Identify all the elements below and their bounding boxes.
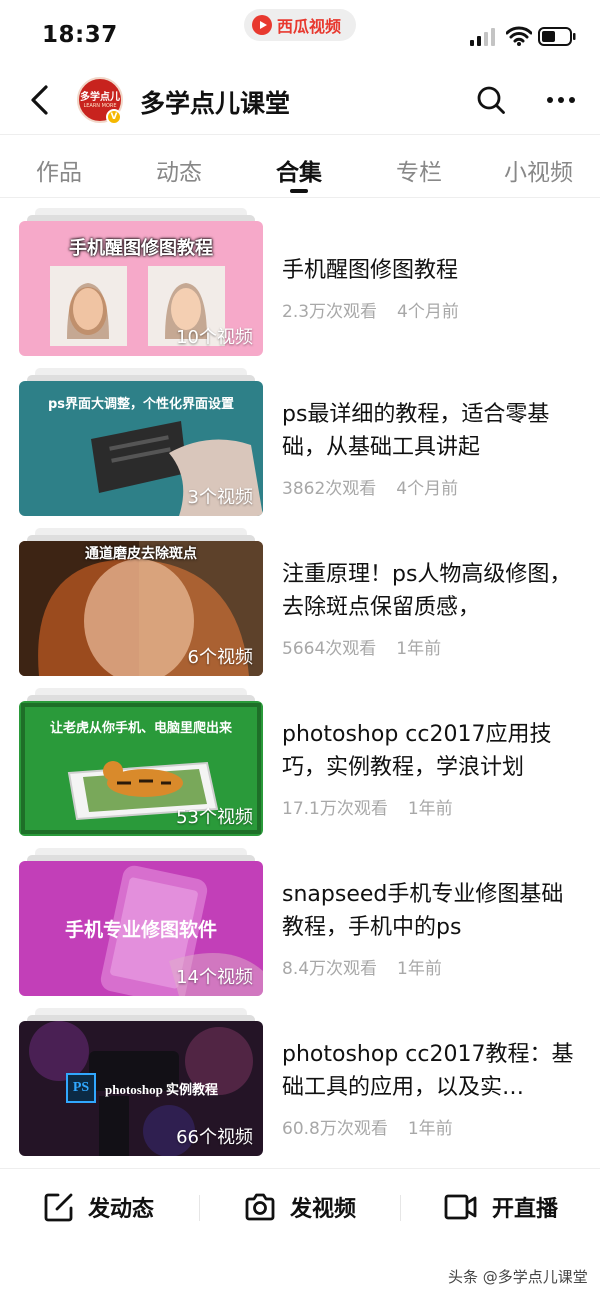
- camera-icon: [245, 1193, 275, 1221]
- collection-meta: 17.1万次观看 1年前: [282, 794, 453, 819]
- live-camera-icon: [444, 1194, 477, 1220]
- collection-title[interactable]: photoshop cc2017教程：基础工具的应用，以及实…: [282, 1038, 582, 1104]
- post-video-button[interactable]: 发视频: [244, 1189, 356, 1225]
- verified-badge-icon: V: [106, 109, 122, 125]
- page-title: 多学点儿课堂: [140, 89, 291, 118]
- collection-item[interactable]: 手机醒图修图教程 10个视频 手机醒图修图教程 2.3万次观看 4个月前: [0, 198, 600, 358]
- view-count: 2.3万次观看: [282, 302, 378, 322]
- thumbnail-caption: 让老虎从你手机、电脑里爬出来: [49, 721, 232, 736]
- signal-icon: [470, 28, 495, 46]
- back-arrow-icon[interactable]: [26, 84, 54, 116]
- collection-thumbnail[interactable]: ps界面大调整，个性化界面设置 3个视频: [19, 381, 263, 516]
- wifi-icon: [506, 26, 532, 46]
- collection-item[interactable]: ps界面大调整，个性化界面设置 3个视频 ps最详细的教程，适合零基础，从基础工…: [0, 358, 600, 518]
- collection-meta: 60.8万次观看 1年前: [282, 1114, 453, 1139]
- divider: [199, 1195, 200, 1221]
- video-count: 10个视频: [176, 327, 253, 348]
- video-count: 14个视频: [176, 967, 253, 988]
- collection-thumbnail[interactable]: 通道磨皮去除斑点 6个视频: [19, 541, 263, 676]
- collection-item[interactable]: 让老虎从你手机、电脑里爬出来 53个视频 photoshop cc2017应用技…: [0, 678, 600, 838]
- collection-meta: 3862次观看 4个月前: [282, 474, 458, 499]
- post-dynamic-label: 发动态: [88, 1197, 155, 1222]
- publish-time: 1年前: [407, 1119, 453, 1139]
- thumbnail-caption: 手机醒图修图教程: [69, 238, 213, 259]
- tab-short-videos[interactable]: 小视频: [504, 153, 573, 187]
- collection-thumbnail[interactable]: PS photoshop 实例教程 66个视频: [19, 1021, 263, 1156]
- video-count: 66个视频: [176, 1127, 253, 1148]
- collection-meta: 8.4万次观看 1年前: [282, 954, 442, 979]
- collection-item[interactable]: PS photoshop 实例教程 66个视频 photoshop cc2017…: [0, 998, 600, 1158]
- view-count: 8.4万次观看: [282, 959, 378, 979]
- tab-bar: 作品 动态 合集 专栏 小视频: [0, 134, 600, 198]
- status-time: 18:37: [42, 22, 118, 48]
- thumbnail-caption: ps界面大调整，个性化界面设置: [47, 397, 235, 412]
- view-count: 5664次观看: [282, 639, 377, 659]
- go-live-button[interactable]: 开直播: [444, 1189, 558, 1225]
- collection-item[interactable]: 手机专业修图软件 14个视频 snapseed手机专业修图基础教程，手机中的ps…: [0, 838, 600, 998]
- collection-title[interactable]: 手机醒图修图教程: [282, 254, 582, 287]
- video-count: 3个视频: [187, 487, 253, 508]
- collection-title[interactable]: 注重原理！ps人物高级修图，去除斑点保留质感，: [282, 558, 582, 624]
- thumbnail-caption: 通道磨皮去除斑点: [85, 546, 197, 562]
- collection-title[interactable]: snapseed手机专业修图基础教程，手机中的ps: [282, 878, 582, 944]
- watermark: 头条 @多学点儿课堂: [448, 1268, 588, 1286]
- view-count: 17.1万次观看: [282, 799, 388, 819]
- collection-title[interactable]: ps最详细的教程，适合零基础，从基础工具讲起: [282, 398, 582, 464]
- tab-collections[interactable]: 合集: [276, 153, 322, 187]
- tab-works[interactable]: 作品: [36, 153, 82, 187]
- collection-thumbnail[interactable]: 手机专业修图软件 14个视频: [19, 861, 263, 996]
- tab-dynamics[interactable]: 动态: [156, 153, 202, 187]
- post-dynamic-button[interactable]: 发动态: [44, 1189, 154, 1225]
- video-count: 53个视频: [176, 807, 253, 828]
- photoshop-logo-icon: PS: [66, 1073, 96, 1103]
- collection-title[interactable]: photoshop cc2017应用技巧，实例教程，学浪计划: [282, 718, 582, 784]
- avatar-text: 多学点儿: [80, 91, 120, 103]
- publish-time: 1年前: [407, 799, 453, 819]
- thumbnail-caption: photoshop 实例教程: [105, 1082, 219, 1097]
- collection-meta: 2.3万次观看 4个月前: [282, 297, 459, 322]
- view-count: 60.8万次观看: [282, 1119, 388, 1139]
- profile-header: 多学点儿 LEARN MORE V 多学点儿课堂: [0, 66, 600, 134]
- app-pill[interactable]: 西瓜视频: [244, 9, 356, 41]
- bottom-action-bar: 发动态 发视频 开直播: [0, 1168, 600, 1248]
- collection-meta: 5664次观看 1年前: [282, 634, 441, 659]
- collection-thumbnail[interactable]: 让老虎从你手机、电脑里爬出来 53个视频: [19, 701, 263, 836]
- thumbnail-caption: 手机专业修图软件: [64, 919, 217, 941]
- search-icon[interactable]: [476, 85, 506, 115]
- publish-time: 4个月前: [397, 302, 459, 322]
- publish-time: 4个月前: [396, 479, 459, 499]
- view-count: 3862次观看: [282, 479, 377, 499]
- status-bar: 18:37 西瓜视频: [0, 0, 600, 66]
- more-options-icon[interactable]: [546, 96, 576, 104]
- collection-item[interactable]: 通道磨皮去除斑点 6个视频 注重原理！ps人物高级修图，去除斑点保留质感， 56…: [0, 518, 600, 678]
- battery-icon: [538, 27, 576, 46]
- divider: [400, 1195, 401, 1221]
- avatar-subtext: LEARN MORE: [83, 102, 117, 109]
- collection-thumbnail[interactable]: 手机醒图修图教程 10个视频: [19, 221, 263, 356]
- xigua-logo-icon: [252, 15, 272, 35]
- app-pill-label: 西瓜视频: [277, 17, 342, 36]
- tab-column[interactable]: 专栏: [396, 153, 442, 187]
- post-video-label: 发视频: [290, 1197, 357, 1222]
- go-live-label: 开直播: [492, 1197, 559, 1222]
- video-count: 6个视频: [187, 647, 253, 668]
- publish-time: 1年前: [396, 639, 442, 659]
- publish-time: 1年前: [397, 959, 442, 979]
- active-tab-indicator: [290, 189, 308, 193]
- edit-icon: [44, 1193, 73, 1222]
